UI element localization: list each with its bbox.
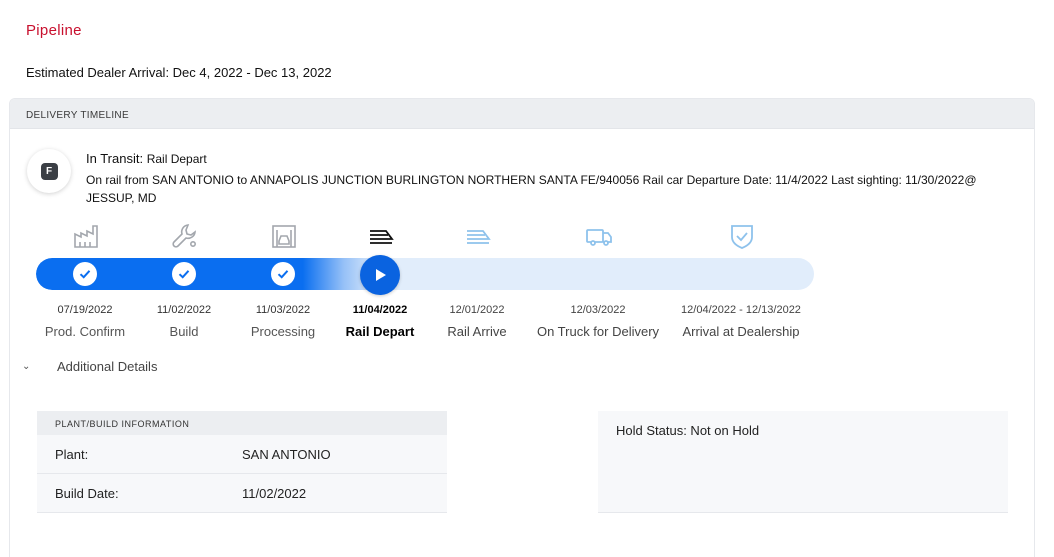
stage-name-on-truck: On Truck for Delivery <box>536 324 660 339</box>
chevron-down-icon: ⌄ <box>22 361 31 372</box>
status-value: Rail Depart <box>146 152 207 166</box>
status-description: On rail from SAN ANTONIO to ANNAPOLIS JU… <box>86 173 977 205</box>
stage-date-arrival-dealership: 12/04/2022 - 12/13/2022 <box>681 304 801 316</box>
current-stage-play-icon <box>360 255 400 295</box>
stage-name-arrival-dealership: Arrival at Dealership <box>682 324 800 339</box>
stage-date-on-truck: 12/03/2022 <box>570 304 626 316</box>
status-line: In Transit: Rail Depart <box>86 151 207 166</box>
wrench-icon <box>170 221 200 251</box>
factory-icon <box>71 221 101 251</box>
plant-build-info: PLANT/BUILD INFORMATION Plant: SAN ANTON… <box>37 411 447 513</box>
plant-row: Plant: SAN ANTONIO <box>37 435 447 474</box>
vehicle-processing-icon <box>269 221 299 251</box>
estimated-arrival: Estimated Dealer Arrival: Dec 4, 2022 - … <box>26 65 332 80</box>
hold-status: Hold Status: Not on Hold <box>616 423 760 438</box>
train-icon <box>366 221 396 251</box>
progress-track <box>36 258 814 290</box>
train-arrive-icon <box>463 221 493 251</box>
build-date-key: Build Date: <box>55 485 119 501</box>
truck-icon <box>584 221 614 251</box>
plant-value: SAN ANTONIO <box>242 446 331 462</box>
page-title: Pipeline <box>26 22 82 39</box>
build-date-value: 11/02/2022 <box>242 485 307 501</box>
hold-status-panel: Hold Status: Not on Hold <box>598 411 1008 513</box>
shield-check-icon <box>727 221 757 251</box>
status-badge-letter: F <box>40 162 58 180</box>
stage-complete-check-icon <box>271 262 295 286</box>
additional-details-toggle[interactable]: ⌄ Additional Details <box>22 359 157 374</box>
status-badge: F <box>27 149 71 193</box>
build-date-row: Build Date: 11/02/2022 <box>37 474 447 513</box>
status-label: In Transit: <box>86 151 144 166</box>
additional-details-label: Additional Details <box>57 359 158 374</box>
stage-complete-check-icon <box>172 262 196 286</box>
plant-build-header: PLANT/BUILD INFORMATION <box>37 411 447 435</box>
delivery-timeline-header: DELIVERY TIMELINE <box>10 99 1034 129</box>
plant-key: Plant: <box>55 446 89 462</box>
stage-complete-check-icon <box>73 262 97 286</box>
delivery-timeline-card: DELIVERY TIMELINE F In Transit: Rail Dep… <box>9 98 1035 557</box>
